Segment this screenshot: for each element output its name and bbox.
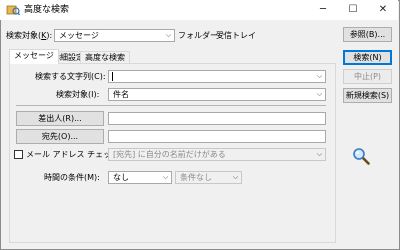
search-in-dropdown[interactable]: 件名 ⌵ [108,88,326,101]
email-check-dropdown[interactable]: [宛先] に自分の名前だけがある ⌵ [108,148,326,161]
email-check-value: [宛先] に自分の名前だけがある [113,150,226,159]
time-condition-dropdown[interactable]: 条件なし ⌵ [175,171,242,184]
time-value: なし [113,173,129,182]
search-target-label: 検索対象(K): [6,31,53,40]
search-string-input[interactable]: ⌵ [108,70,326,83]
search-target-value: メッセージ [59,31,99,40]
from-button[interactable]: 差出人(R)... [16,111,104,126]
minimize-button[interactable]: ─ [308,0,338,20]
to-button[interactable]: 宛先(O)... [16,129,104,144]
maximize-button[interactable]: ☐ [338,0,368,20]
tab-messages[interactable]: メッセージ [9,49,59,64]
time-condition-value: 条件なし [180,173,212,182]
chevron-down-icon: ⌵ [165,31,172,39]
search-in-value: 件名 [113,90,129,99]
search-button[interactable]: 検索(N) [343,50,392,65]
window-title: 高度な検索 [24,5,70,15]
search-target-dropdown[interactable]: メッセージ ⌵ [54,29,175,42]
separator [16,105,326,106]
email-check-checkbox[interactable] [14,150,23,159]
chevron-down-icon: ⌵ [162,173,169,181]
chevron-down-icon: ⌵ [316,90,323,98]
stop-button[interactable]: 中止(P) [343,69,392,84]
browse-button[interactable]: 参照(B)... [343,27,392,42]
search-string-label: 検索する文字列(C): [35,72,106,81]
search-icon [353,148,370,165]
chevron-down-icon: ⌵ [316,150,323,158]
time-dropdown[interactable]: なし ⌵ [108,171,172,184]
folder-label: フォルダー: [178,31,221,40]
search-in-label: 検索対象(I): [56,90,100,99]
text-cursor [112,72,113,81]
folder-value: 受信トレイ [216,31,256,40]
app-icon [6,5,20,16]
close-button[interactable]: ✕ [368,0,398,20]
chevron-down-icon: ⌵ [316,72,323,80]
to-input[interactable] [108,130,326,143]
from-input[interactable] [108,112,326,125]
time-label: 時間の条件(M): [44,173,100,182]
new-search-button[interactable]: 新規検索(S) [343,88,392,103]
chevron-down-icon: ⌵ [232,173,239,181]
